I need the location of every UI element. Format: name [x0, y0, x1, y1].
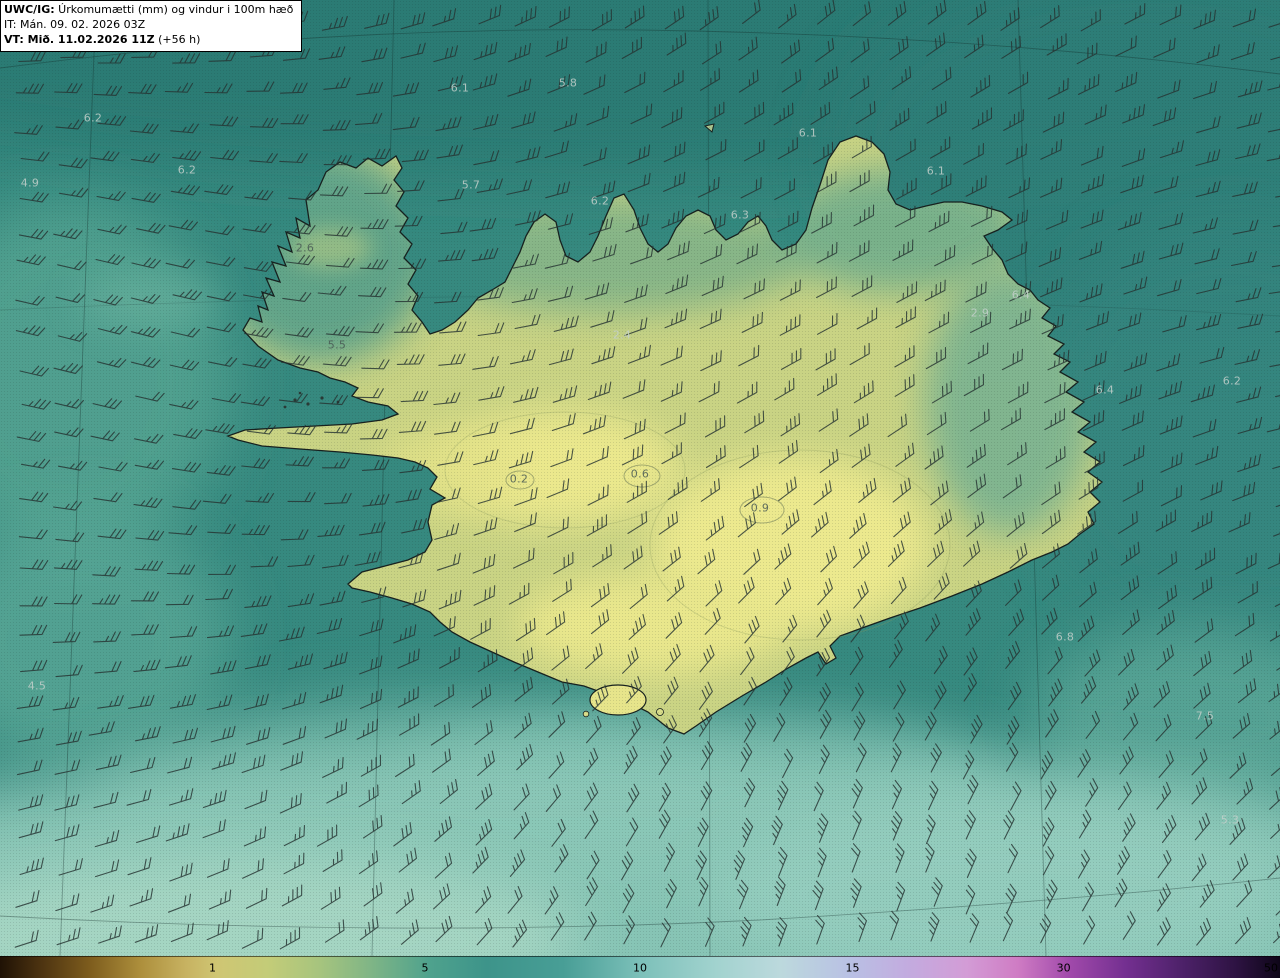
- valid-time-line: VT: Mið. 11.02.2026 11Z (+56 h): [4, 33, 293, 48]
- colorbar-tick-label: 5: [421, 961, 429, 974]
- map-title: Úrkomumætti (mm) og vindur i 100m hæð: [54, 3, 294, 16]
- forecast-info-box: UWC/IG: Úrkomumætti (mm) og vindur i 100…: [0, 0, 303, 52]
- colorbar-tick-label: 30: [1056, 961, 1071, 974]
- model-label: UWC/IG:: [4, 3, 55, 16]
- init-time-line: IT: Mán. 09. 02. 2026 03Z: [4, 17, 146, 31]
- weather-map: [0, 0, 1280, 956]
- map-title-line: UWC/IG: Úrkomumætti (mm) og vindur i 100…: [4, 3, 293, 18]
- colorbar-tick-label: 10: [633, 961, 647, 974]
- colorbar: 1 5 10 15 30 50: [0, 956, 1280, 978]
- colorbar-tick-label: 15: [845, 961, 860, 974]
- colorbar-tick-label: 1: [208, 961, 216, 974]
- valid-offset: (+56 h): [154, 32, 201, 46]
- weather-map-page: 6.1 5.8 6.2 6.1 4.9 6.2 5.7 6.1 6.2 6.3 2.6 6.4 2.9 2…: [0, 0, 1280, 978]
- model-grid-texture: [0, 0, 1280, 956]
- colorbar-tick-label: 50: [1264, 961, 1279, 974]
- valid-time: VT: Mið. 11.02.2026 11Z: [4, 32, 155, 46]
